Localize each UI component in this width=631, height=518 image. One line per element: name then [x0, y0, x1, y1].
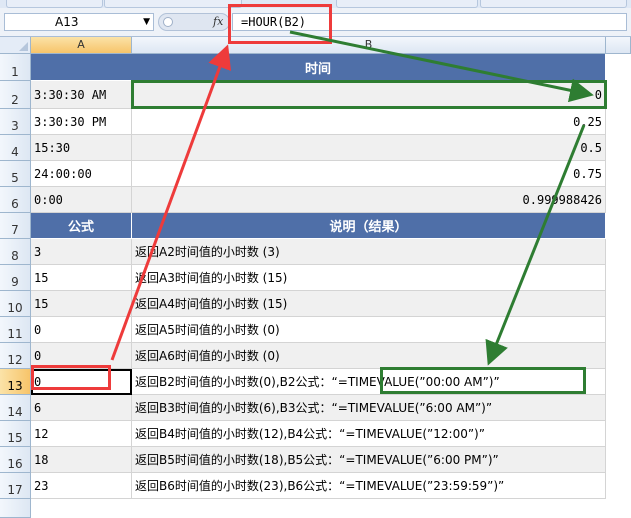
row-header[interactable]: 17 [0, 473, 31, 499]
cell-b16[interactable]: 返回B5时间值的小时数(18),B5公式：“=TIMEVALUE(”6:00 P… [132, 447, 606, 473]
cell-b2[interactable]: 0 [132, 81, 606, 109]
row-header[interactable]: 9 [0, 265, 31, 291]
name-box[interactable]: A13 ▼ [4, 13, 154, 31]
cell-a15[interactable]: 12 [31, 421, 132, 447]
ribbon-tab[interactable] [336, 0, 478, 8]
cell-a11[interactable]: 0 [31, 317, 132, 343]
table-header-time[interactable]: 时间 [31, 54, 606, 81]
row-header[interactable]: 10 [0, 291, 31, 317]
formula-controls: fx [158, 13, 230, 31]
row-header[interactable]: 4 [0, 135, 31, 161]
cell-a4[interactable]: 15:30 [31, 135, 132, 161]
row-header[interactable]: 8 [0, 239, 31, 265]
cell-a2[interactable]: 3:30:30 AM [31, 81, 132, 109]
cell-b3[interactable]: 0.25 [132, 109, 606, 135]
row-header[interactable]: 6 [0, 187, 31, 213]
ribbon-tab[interactable] [480, 0, 627, 8]
cell-a13-active[interactable]: 0 [31, 369, 132, 395]
cell-b13[interactable]: 返回B2时间值的小时数(0),B2公式：“=TIMEVALUE(”00:00 A… [132, 369, 606, 395]
cell-b15[interactable]: 返回B4时间值的小时数(12),B4公式：“=TIMEVALUE(”12:00”… [132, 421, 606, 447]
resize-grip-icon[interactable] [163, 17, 173, 27]
cell-b9[interactable]: 返回A3时间值的小时数 (15) [132, 265, 606, 291]
cell-a6[interactable]: 0:00 [31, 187, 132, 213]
cell-a8[interactable]: 3 [31, 239, 132, 265]
row-header[interactable]: 11 [0, 317, 31, 343]
row-header[interactable]: 1 [0, 54, 31, 81]
cell-a17[interactable]: 23 [31, 473, 132, 499]
cell-a14[interactable]: 6 [31, 395, 132, 421]
insert-function-icon[interactable]: fx [213, 14, 223, 30]
cell-a16[interactable]: 18 [31, 447, 132, 473]
column-header-c[interactable] [606, 37, 631, 54]
row-header[interactable]: 14 [0, 395, 31, 421]
ribbon-tab[interactable] [104, 0, 242, 8]
cell-b10[interactable]: 返回A4时间值的小时数 (15) [132, 291, 606, 317]
row-header[interactable]: 3 [0, 109, 31, 135]
select-all-icon [19, 42, 28, 51]
row-header[interactable]: 7 [0, 213, 31, 239]
cell-b8[interactable]: 返回A2时间值的小时数 (3) [132, 239, 606, 265]
row-header[interactable]: 5 [0, 161, 31, 187]
cell-a3[interactable]: 3:30:30 PM [31, 109, 132, 135]
select-all-button[interactable] [0, 37, 31, 54]
ribbon-tab[interactable] [6, 0, 103, 8]
row-header[interactable]: 16 [0, 447, 31, 473]
cell-b6[interactable]: 0.999988426 [132, 187, 606, 213]
cell-b14[interactable]: 返回B3时间值的小时数(6),B3公式：“=TIMEVALUE(”6:00 AM… [132, 395, 606, 421]
row-header[interactable]: 12 [0, 343, 31, 369]
row-header[interactable]: 2 [0, 81, 31, 109]
cell-a10[interactable]: 15 [31, 291, 132, 317]
formula-bar: A13 ▼ fx =HOUR(B2) [0, 8, 631, 37]
name-box-value: A13 [55, 15, 79, 29]
row-header[interactable] [0, 499, 31, 518]
table-header-description[interactable]: 说明（结果） [132, 213, 606, 239]
column-header-a[interactable]: A [31, 37, 132, 54]
cell-b11[interactable]: 返回A5时间值的小时数 (0) [132, 317, 606, 343]
table-header-formula[interactable]: 公式 [31, 213, 132, 239]
cell-a5[interactable]: 24:00:00 [31, 161, 132, 187]
cell-b4[interactable]: 0.5 [132, 135, 606, 161]
cell-b17[interactable]: 返回B6时间值的小时数(23),B6公式：“=TIMEVALUE(”23:59:… [132, 473, 606, 499]
cell-a12[interactable]: 0 [31, 343, 132, 369]
chevron-down-icon[interactable]: ▼ [143, 14, 150, 30]
cell-a9[interactable]: 15 [31, 265, 132, 291]
formula-input[interactable]: =HOUR(B2) [232, 13, 627, 31]
row-header[interactable]: 15 [0, 421, 31, 447]
column-header-b[interactable]: B [132, 37, 606, 54]
cell-b5[interactable]: 0.75 [132, 161, 606, 187]
cell-b12[interactable]: 返回A6时间值的小时数 (0) [132, 343, 606, 369]
row-header-selected[interactable]: 13 [0, 369, 31, 395]
